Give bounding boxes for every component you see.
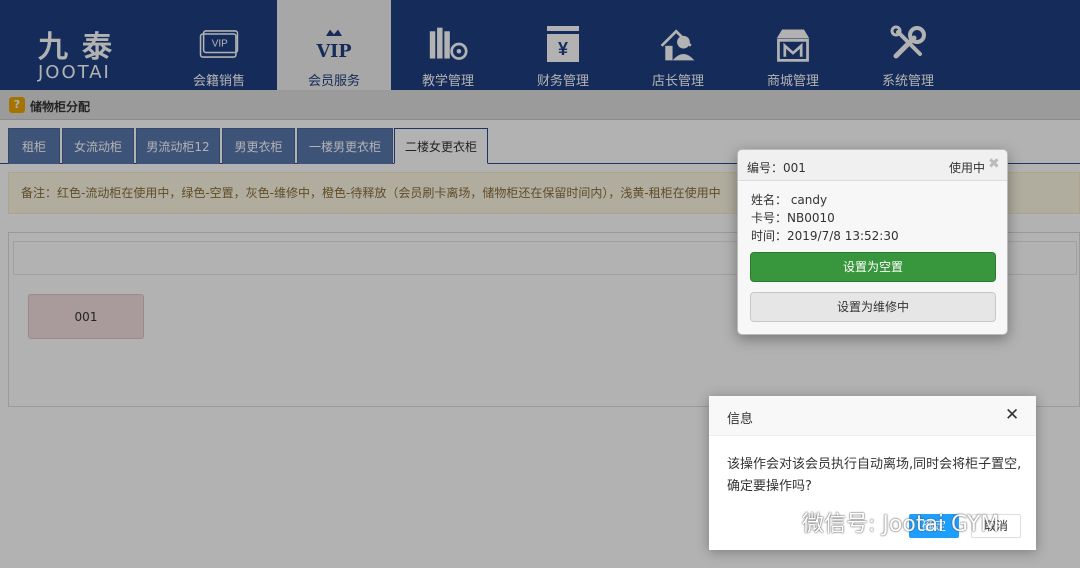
dialog-title: 信息 — [727, 412, 754, 427]
watermark-text: 微信号: Jootai GYM — [802, 512, 1000, 537]
set-empty-button[interactable]: 设置为空置 — [750, 252, 996, 282]
member-card: 卡号：NB0010 — [751, 211, 835, 225]
dialog-message: 该操作会对该会员执行自动离场,同时会将柜子置空,确定要操作吗? — [727, 457, 1022, 494]
cabinet-status: 使用中 — [949, 161, 986, 175]
popover-header: 编号：001 使用中 ✖ — [738, 150, 1007, 181]
dialog-header: 信息 ✕ — [709, 396, 1036, 436]
wechat-icon — [761, 509, 795, 534]
close-icon[interactable]: ✕ — [1005, 405, 1019, 425]
wechat-watermark: 微信号: Jootai GYM — [760, 507, 999, 537]
cabinet-popover: 编号：001 使用中 ✖ 姓名： candy 卡号：NB0010 时间：2019… — [737, 149, 1008, 335]
cabinet-number: 编号：001 — [747, 161, 806, 175]
set-repair-button[interactable]: 设置为维修中 — [750, 292, 996, 322]
close-icon[interactable]: ✖ — [988, 156, 1000, 172]
checkin-time: 时间：2019/7/8 13:52:30 — [751, 229, 899, 243]
member-name: 姓名： candy — [751, 193, 828, 207]
